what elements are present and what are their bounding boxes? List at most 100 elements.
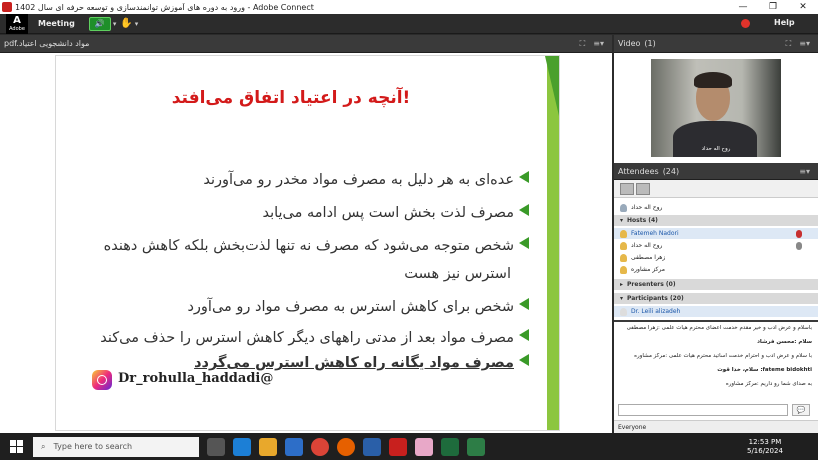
fullscreen-icon[interactable]: ⛶ <box>786 39 792 49</box>
task-view-icon[interactable] <box>207 437 225 456</box>
bullet-arrow-icon <box>519 204 529 216</box>
chat-bubble-icon: 💬 <box>796 406 806 414</box>
slide-bullet-text: شخص برای کاهش استرس به مصرف مواد رو می‌آ… <box>187 299 514 315</box>
presenter-row[interactable]: روح اله حداد <box>614 202 818 213</box>
search-placeholder: Type here to search <box>53 442 133 451</box>
hosts-section-header[interactable]: ▾ Hosts (4) <box>614 215 818 226</box>
excel-icon[interactable] <box>441 437 459 456</box>
windows-start-icon[interactable] <box>10 440 23 453</box>
chat-input[interactable] <box>618 404 788 416</box>
list-item[interactable]: روح اله حداد <box>614 240 818 251</box>
help-menu[interactable]: Help <box>774 18 795 27</box>
window-titlebar: ورود به دوره های آموزش توانمندسازی و توس… <box>0 0 818 14</box>
adobe-connect-taskbar-icon[interactable] <box>389 437 407 456</box>
windows-taskbar: ⌕ Type here to search <box>0 433 818 460</box>
status-view-icon[interactable] <box>636 183 650 195</box>
attendee-name: Dr. Leili alizadeh <box>631 308 681 315</box>
chrome-icon[interactable] <box>311 437 329 456</box>
user-avatar-icon <box>620 307 627 316</box>
slide-decoration <box>545 56 559 116</box>
slide-bullet: مصرف لذت بخش است پس ادامه می‌یابد <box>262 199 529 227</box>
attendee-name: روح اله حداد <box>631 242 663 249</box>
recording-indicator-icon <box>741 19 750 28</box>
adobe-connect-app-icon <box>2 2 12 12</box>
user-avatar-icon <box>620 265 627 274</box>
user-avatar-icon <box>620 241 627 250</box>
webcam-video[interactable]: روح اله حداد <box>651 59 781 157</box>
adobe-logo-letter: A <box>13 14 21 26</box>
chat-message: به صدای شما رو داریم :مرکز مشاوره <box>725 381 812 387</box>
presenters-section-header[interactable]: ▸ Presenters (0) <box>614 279 818 290</box>
store-icon[interactable] <box>285 437 303 456</box>
chevron-down-icon[interactable]: ▾ <box>135 20 139 28</box>
adobe-logo-icon: A Adobe <box>6 13 28 34</box>
hosts-section-label: Hosts (4) <box>627 217 658 224</box>
bullet-arrow-icon <box>519 329 529 341</box>
slide-bullet-text: استرس نیز هست <box>404 266 511 282</box>
minimize-button[interactable]: — <box>728 2 758 12</box>
meeting-menu[interactable]: Meeting <box>28 19 85 28</box>
attendee-name: Fatemeh Nadori <box>631 230 679 237</box>
video-pod-content: روح اله حداد <box>614 53 818 163</box>
instagram-handle: Dr_rohulla_haddadi@ <box>118 371 274 386</box>
list-item[interactable]: مرکز مشاوره <box>614 264 818 275</box>
attendees-count: (24) <box>662 166 680 176</box>
chat-message: سلام :محسن فرشاد <box>757 339 812 345</box>
adobe-logo-word: Adobe <box>9 25 25 32</box>
chevron-down-icon: ▾ <box>620 295 624 302</box>
attendees-pod-header: Attendees (24) ≡▾ <box>614 163 818 180</box>
presenter-name: روح اله حداد <box>631 204 663 211</box>
taskbar-search-input[interactable]: ⌕ Type here to search <box>33 436 199 457</box>
window-title: ورود به دوره های آموزش توانمندسازی و توس… <box>15 2 314 12</box>
participants-section-label: Participants (20) <box>627 295 684 302</box>
maximize-button[interactable]: ❐ <box>758 2 788 12</box>
running-app-icon[interactable] <box>467 437 485 456</box>
chevron-down-icon: ▾ <box>620 217 624 224</box>
word-icon[interactable] <box>363 437 381 456</box>
share-pod-title: pdf.مواد دانشجویی اعتیاد <box>4 39 90 48</box>
list-item[interactable]: زهرا مصطفی <box>614 252 818 263</box>
share-pod-header: pdf.مواد دانشجویی اعتیاد ⛶ ≡▾ <box>0 35 612 53</box>
chevron-down-icon[interactable]: ▾ <box>113 20 117 28</box>
list-item[interactable]: Dr. Leili alizadeh <box>614 306 818 317</box>
bullet-arrow-icon <box>519 298 529 310</box>
fullscreen-icon[interactable]: ⛶ <box>580 39 586 49</box>
chat-recipient-selector[interactable]: Everyone <box>618 424 646 431</box>
attendee-name: مرکز مشاوره <box>631 266 665 273</box>
video-pod-header: Video (1) ⛶ ≡▾ <box>614 35 818 53</box>
close-button[interactable]: ✕ <box>788 2 818 12</box>
chat-pod: باسلام و عرض ادب و خیر مقدم خدمت اعضای م… <box>614 320 818 433</box>
video-caption: روح اله حداد <box>701 146 731 152</box>
attendees-pod-title: Attendees <box>618 166 659 176</box>
pod-menu-icon[interactable]: ≡▾ <box>799 39 810 48</box>
pod-menu-icon[interactable]: ≡▾ <box>593 39 604 48</box>
chat-footer: Everyone <box>614 420 818 433</box>
participants-section-header[interactable]: ▾ Participants (20) <box>614 293 818 304</box>
share-pod-content: آنچه در اعتیاد اتفاق می‌افتد! عده‌ای به … <box>0 53 612 433</box>
slide-bullet-text: مصرف مواد بعد از مدتی راههای دیگر کاهش ا… <box>100 330 514 346</box>
send-message-button[interactable]: 💬 <box>792 404 810 416</box>
list-view-icon[interactable] <box>620 183 634 195</box>
chat-message: با سلام و عرض ادب و احترام خدمت اساتید م… <box>634 353 812 359</box>
speaker-icon: 🔊 <box>88 16 111 31</box>
app-icon[interactable] <box>415 437 433 456</box>
video-pod-title: Video <box>618 39 641 48</box>
meeting-menubar: A Adobe Meeting 🔊 ▾ ✋ ▾ <box>0 13 818 34</box>
speaker-toggle-button[interactable]: 🔊 ▾ <box>88 16 117 31</box>
slide-bullet-text: مصرف لذت بخش است پس ادامه می‌یابد <box>262 205 514 221</box>
raise-hand-icon: ✋ <box>120 18 133 29</box>
file-explorer-icon[interactable] <box>259 437 277 456</box>
slide-bullet: مصرف مواد بعد از مدتی راههای دیگر کاهش ا… <box>100 324 529 352</box>
user-avatar-icon <box>620 229 627 238</box>
video-person-hair <box>694 72 732 88</box>
slide-bullet-continuation: استرس نیز هست <box>404 260 511 288</box>
attendees-toolbar <box>614 180 818 198</box>
raise-hand-button[interactable]: ✋ ▾ <box>120 17 138 31</box>
firefox-icon[interactable] <box>337 437 355 456</box>
slide-bullet: شخص متوجه می‌شود که مصرف نه تنها لذت‌بخش… <box>104 232 529 260</box>
edge-icon[interactable] <box>233 437 251 456</box>
list-item[interactable]: Fatemeh Nadori <box>614 228 818 239</box>
taskbar-clock[interactable]: 12:53 PM 5/16/2024 <box>747 438 783 456</box>
pod-menu-icon[interactable]: ≡▾ <box>799 167 810 176</box>
chevron-right-icon: ▸ <box>620 281 624 288</box>
